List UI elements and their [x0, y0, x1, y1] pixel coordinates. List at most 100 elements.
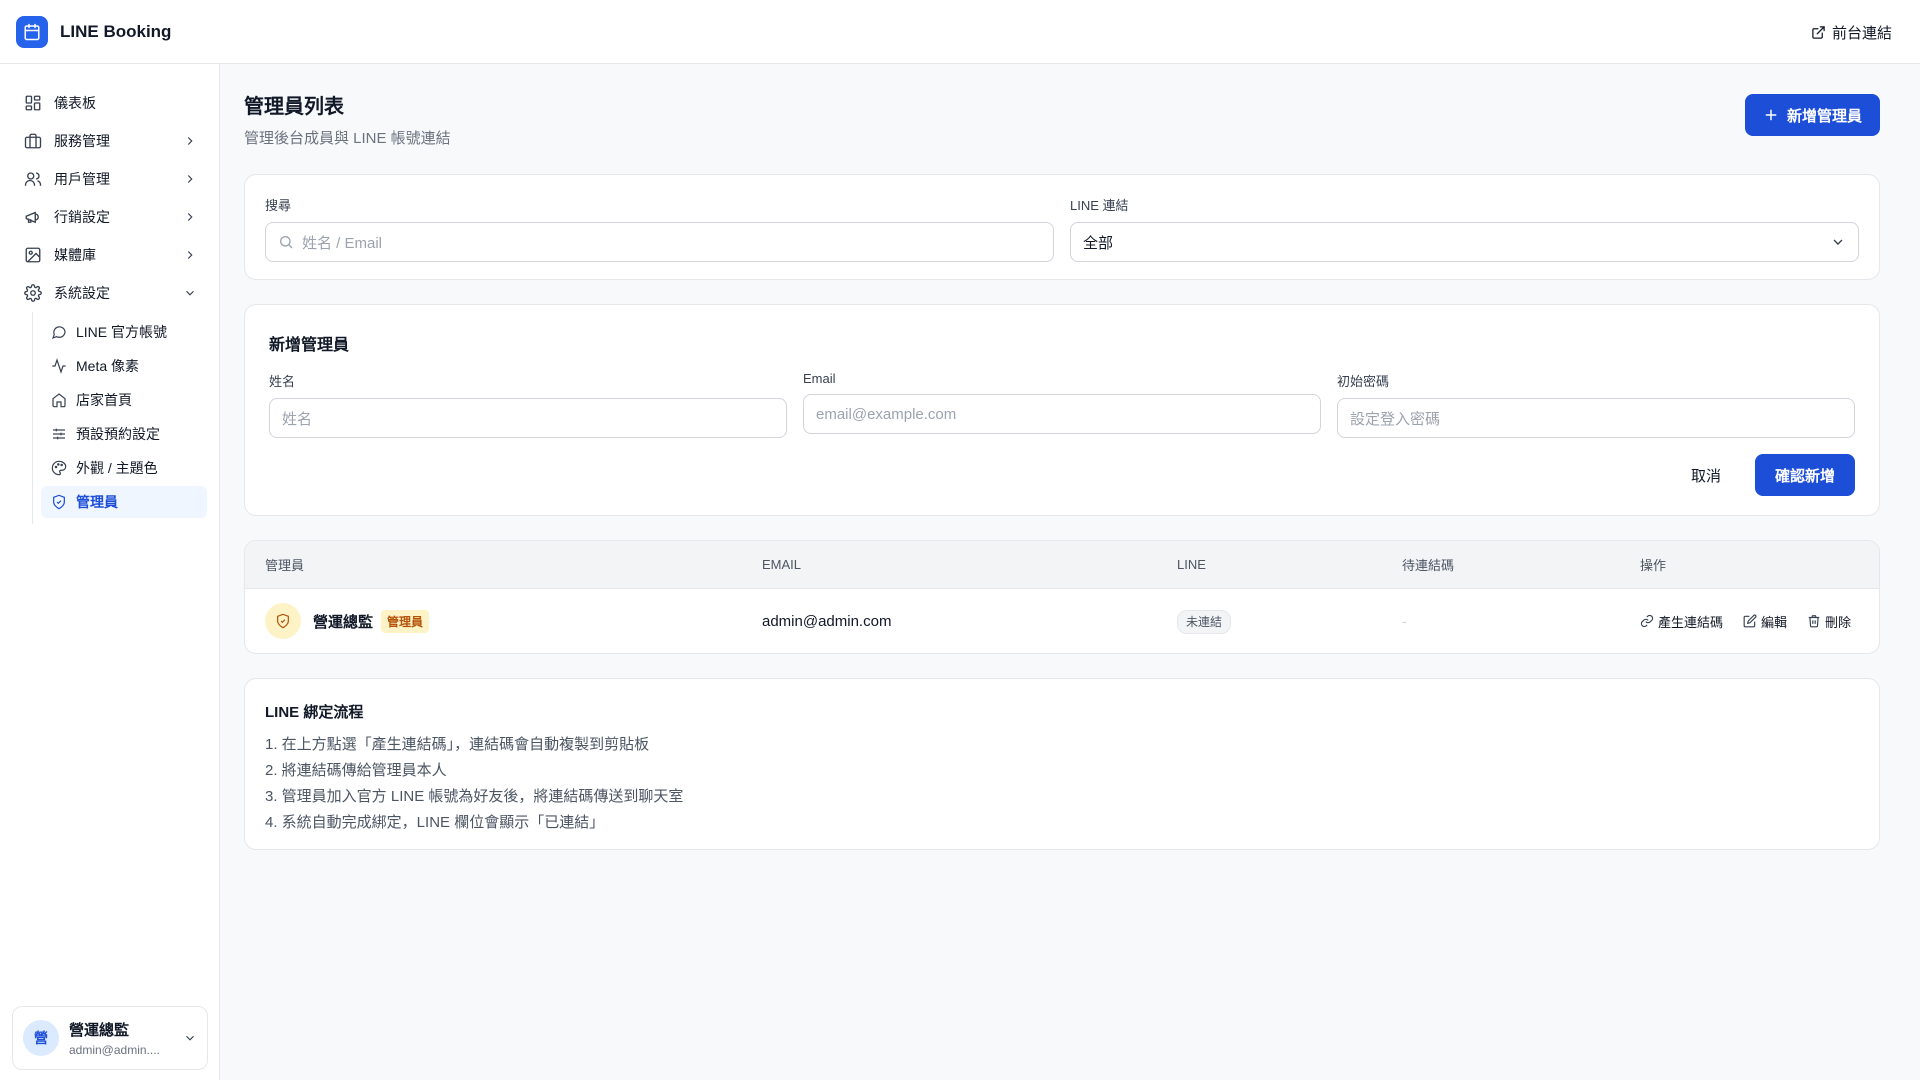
sidebar: 儀表板 服務管理 用戶管理 行銷設定 媒體庫 系統設定 LINE 官方帳號 Me… — [0, 64, 220, 1080]
add-admin-label: 新增管理員 — [1786, 107, 1862, 125]
form-title: 新增管理員 — [269, 337, 350, 354]
sidebar-item-label: 用戶管理 — [54, 171, 110, 187]
line-filter-select[interactable]: 全部 — [1070, 222, 1859, 262]
sidebar-subitem-booking-defaults[interactable]: 預設預約設定 — [41, 418, 207, 450]
chevron-down-icon — [1830, 234, 1846, 250]
sidebar-item-services[interactable]: 服務管理 — [0, 122, 219, 160]
password-input[interactable]: 設定登入密碼 — [1337, 398, 1855, 438]
sidebar-subitem-label: 店家首頁 — [76, 392, 132, 408]
chevron-right-icon — [183, 248, 197, 262]
column-header-admin: 管理員 — [265, 558, 305, 573]
cancel-button[interactable]: 取消 — [1669, 454, 1743, 496]
email-input[interactable]: email@example.com — [803, 394, 1321, 434]
chevron-right-icon — [183, 210, 197, 224]
sidebar-subitem-appearance[interactable]: 外觀 / 主題色 — [41, 452, 207, 484]
line-filter-field: LINE 連結 全部 — [1070, 195, 1859, 262]
sidebar-subitem-meta-pixel[interactable]: Meta 像素 — [41, 350, 207, 382]
search-icon — [278, 234, 294, 250]
form-fields: 姓名 姓名 Email email@example.com 初始密碼 設定登入密… — [269, 371, 1855, 438]
sidebar-item-dashboard[interactable]: 儀表板 — [0, 84, 219, 122]
system-settings-subnav: LINE 官方帳號 Meta 像素 店家首頁 預設預約設定 外觀 / 主題色 管… — [32, 312, 219, 524]
guide-step: 4. 系統自動完成綁定，LINE 欄位會顯示「已連結」 — [265, 814, 605, 831]
form-actions: 取消 確認新增 — [269, 454, 1855, 496]
name-placeholder: 姓名 — [282, 410, 313, 428]
sidebar-subitem-line-official[interactable]: LINE 官方帳號 — [41, 316, 207, 348]
image-icon — [24, 246, 42, 264]
sidebar-subitem-label: LINE 官方帳號 — [76, 324, 168, 340]
line-filter-label: LINE 連結 — [1070, 198, 1129, 213]
sidebar-subitem-label: 預設預約設定 — [76, 426, 160, 442]
add-admin-button[interactable]: 新增管理員 — [1744, 94, 1880, 136]
sidebar-subitem-label: 外觀 / 主題色 — [76, 460, 158, 476]
user-name: 營運總監 — [69, 1022, 130, 1039]
sidebar-item-label: 系統設定 — [54, 285, 110, 301]
chevron-right-icon — [183, 172, 197, 186]
pending-code: - — [1402, 613, 1407, 629]
front-link-label: 前台連結 — [1831, 25, 1892, 42]
line-cell: 未連結 — [1177, 609, 1402, 634]
dashboard-icon — [24, 94, 42, 112]
edit-icon — [1743, 614, 1757, 628]
confirm-add-button[interactable]: 確認新增 — [1754, 454, 1855, 496]
sidebar-item-marketing[interactable]: 行銷設定 — [0, 198, 219, 236]
sidebar-item-media[interactable]: 媒體庫 — [0, 236, 219, 274]
filter-card: 搜尋 姓名 / Email LINE 連結 全部 — [244, 174, 1880, 280]
sidebar-item-label: 媒體庫 — [54, 247, 96, 263]
user-info: 營運總監 admin@admin.... — [69, 1019, 183, 1057]
line-status-badge: 未連結 — [1177, 609, 1232, 634]
delete-label: 刪除 — [1825, 614, 1852, 630]
password-label: 初始密碼 — [1337, 374, 1390, 389]
sidebar-subitem-label: Meta 像素 — [76, 358, 140, 374]
sliders-icon — [51, 426, 67, 442]
shield-icon — [265, 603, 301, 639]
users-icon — [24, 170, 42, 188]
sidebar-item-label: 儀表板 — [54, 95, 96, 111]
palette-icon — [51, 460, 67, 476]
edit-button[interactable]: 編輯 — [1743, 612, 1787, 631]
sidebar-subitem-label: 管理員 — [76, 494, 118, 510]
main-content: 管理員列表 管理後台成員與 LINE 帳號連結 新增管理員 搜尋 姓名 / Em… — [220, 64, 1920, 1080]
guide-title: LINE 綁定流程 — [265, 704, 364, 721]
trash-icon — [1807, 614, 1821, 628]
sidebar-subitem-admins[interactable]: 管理員 — [41, 486, 207, 518]
generate-link-code-label: 產生連結碼 — [1658, 614, 1724, 630]
delete-button[interactable]: 刪除 — [1807, 612, 1851, 631]
sidebar-item-users[interactable]: 用戶管理 — [0, 160, 219, 198]
gear-icon — [24, 284, 42, 302]
email-field: Email email@example.com — [803, 371, 1321, 438]
column-header-actions: 操作 — [1640, 558, 1667, 573]
sidebar-subitem-store-home[interactable]: 店家首頁 — [41, 384, 207, 416]
page-header: 管理員列表 管理後台成員與 LINE 帳號連結 新增管理員 — [244, 64, 1880, 174]
link-icon — [1640, 614, 1654, 628]
shield-check-icon — [51, 494, 67, 510]
name-field: 姓名 姓名 — [269, 371, 787, 438]
plus-icon — [1763, 107, 1779, 123]
top-bar: LINE Booking 前台連結 — [0, 0, 1920, 64]
search-input[interactable]: 姓名 / Email — [265, 222, 1054, 262]
table-row: 營運總監 管理員 admin@admin.com 未連結 - 產生連結碼 編輯 — [245, 589, 1879, 653]
sidebar-item-system-settings[interactable]: 系統設定 — [0, 274, 219, 312]
sidebar-item-label: 服務管理 — [54, 133, 110, 149]
edit-label: 編輯 — [1761, 614, 1788, 630]
sidebar-item-label: 行銷設定 — [54, 209, 110, 225]
email-label: Email — [803, 371, 836, 386]
admin-name: 營運總監 — [313, 613, 374, 631]
front-link[interactable]: 前台連結 — [1811, 22, 1892, 43]
user-email: admin@admin.... — [69, 1043, 160, 1057]
briefcase-icon — [24, 132, 42, 150]
megaphone-icon — [24, 208, 42, 226]
chevron-right-icon — [183, 134, 197, 148]
search-placeholder: 姓名 / Email — [302, 234, 383, 252]
row-actions: 產生連結碼 編輯 刪除 — [1640, 612, 1859, 631]
guide-step: 3. 管理員加入官方 LINE 帳號為好友後，將連結碼傳送到聊天室 — [265, 788, 684, 805]
generate-link-code-button[interactable]: 產生連結碼 — [1640, 612, 1723, 631]
app-name: LINE Booking — [60, 21, 172, 41]
brand[interactable]: LINE Booking — [16, 15, 172, 48]
name-input[interactable]: 姓名 — [269, 398, 787, 438]
line-binding-guide: LINE 綁定流程 1. 在上方點選「產生連結碼」，連結碼會自動複製到剪貼板 2… — [244, 678, 1880, 850]
line-filter-value: 全部 — [1083, 234, 1114, 252]
admin-email: admin@admin.com — [762, 612, 892, 630]
external-link-icon — [1811, 25, 1826, 40]
user-menu[interactable]: 營 營運總監 admin@admin.... — [12, 1006, 208, 1070]
password-field: 初始密碼 設定登入密碼 — [1337, 371, 1855, 438]
